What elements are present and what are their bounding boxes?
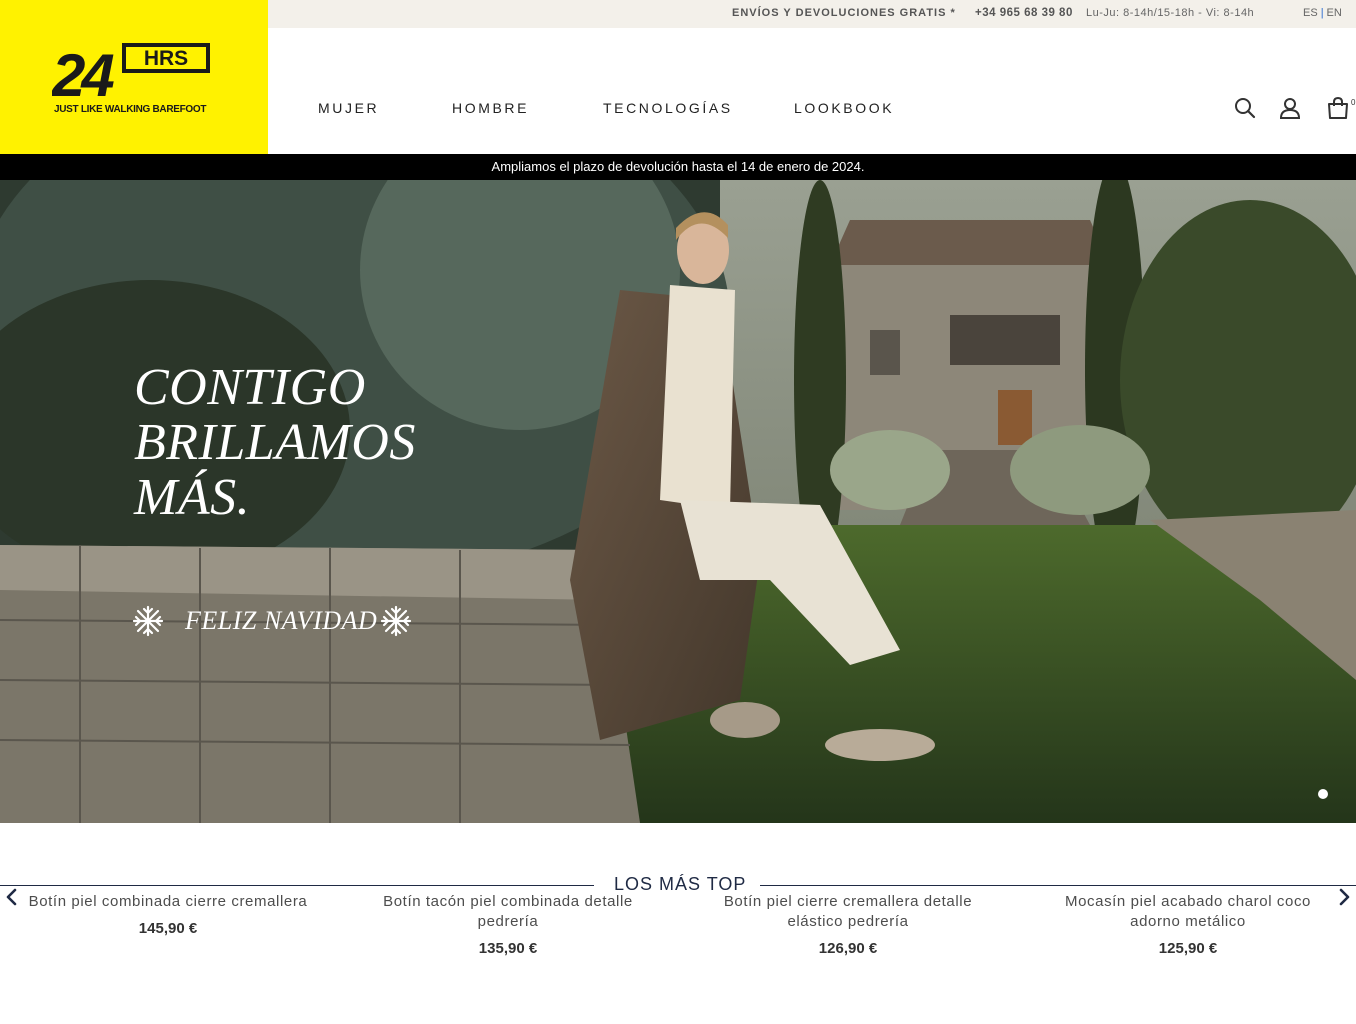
lang-en-link[interactable]: EN [1327,7,1342,19]
product-price: 135,90 € [478,940,538,957]
divider-line [0,885,594,886]
product-card[interactable]: Botín tacón piel combinada detalle pedre… [358,892,658,957]
nav-item-lookbook[interactable]: LOOKBOOK [794,100,894,116]
utility-bar: ENVÍOS Y DEVOLUCIONES GRATIS * +34 965 6… [268,0,1356,28]
brand-logo: HRS 24 JUST LIKE WALKING BAREFOOT [52,42,210,115]
search-icon[interactable] [1233,96,1257,120]
product-card[interactable]: Mocasín piel acabado charol coco adorno … [1038,892,1338,957]
hero-greeting: FELIZ NAVIDAD [185,606,378,635]
carousel-dot-active[interactable] [1318,789,1328,799]
product-card[interactable]: Botín piel combinada cierre cremallera 1… [18,892,318,937]
account-icon[interactable] [1278,96,1302,120]
nav-item-tecnologias[interactable]: TECNOLOGÍAS [603,100,733,116]
nav-item-hombre[interactable]: HOMBRE [452,100,529,116]
product-name[interactable]: Mocasín piel acabado charol coco adorno … [1038,892,1338,932]
product-name[interactable]: Botín tacón piel combinada detalle pedre… [358,892,658,932]
hero-banner[interactable]: CONTIGO BRILLAMOS MÁS. FELIZ NAVIDAD [0,180,1356,823]
logo-badge-text: HRS [144,47,188,70]
logo[interactable]: HRS 24 JUST LIKE WALKING BAREFOOT [0,0,268,154]
free-shipping-notice[interactable]: ENVÍOS Y DEVOLUCIONES GRATIS * [732,7,956,19]
language-switcher: ES | EN [1303,7,1342,19]
logo-tagline: JUST LIKE WALKING BAREFOOT [54,104,206,115]
lang-es-link[interactable]: ES [1303,7,1318,19]
product-price: 125,90 € [1158,940,1218,957]
snowflake-icon [132,605,164,637]
snowflake-icon [380,605,412,637]
product-price: 145,90 € [138,920,198,937]
divider-line [760,885,1356,886]
product-card[interactable]: Botín piel cierre cremallera detalle elá… [698,892,998,957]
carousel-prev-arrow-icon[interactable] [4,888,18,906]
hero-headline-line-3: MÁS. [134,469,251,526]
main-navigation: MUJER HOMBRE TECNOLOGÍAS LOOKBOOK 0 [268,28,1356,154]
cart-icon[interactable] [1326,96,1350,120]
cart-count-badge: 0 [1351,98,1356,107]
nav-item-mujer[interactable]: MUJER [318,100,379,116]
carousel-next-arrow-icon[interactable] [1338,888,1352,906]
logo-number: 24 [52,42,114,109]
phone-number[interactable]: +34 965 68 39 80 [975,7,1073,19]
hero-headline-line-2: BRILLAMOS [134,414,416,471]
opening-hours: Lu-Ju: 8-14h/15-18h - Vi: 8-14h [1086,7,1255,19]
lang-separator: | [1320,7,1324,19]
hero-headline-line-1: CONTIGO [134,359,366,416]
product-name[interactable]: Botín piel combinada cierre cremallera [18,892,318,912]
product-price: 126,90 € [818,940,878,957]
announcement-bar: Ampliamos el plazo de devolución hasta e… [0,154,1356,180]
hero-headline: CONTIGO BRILLAMOS MÁS. [134,360,474,525]
product-name[interactable]: Botín piel cierre cremallera detalle elá… [698,892,998,932]
